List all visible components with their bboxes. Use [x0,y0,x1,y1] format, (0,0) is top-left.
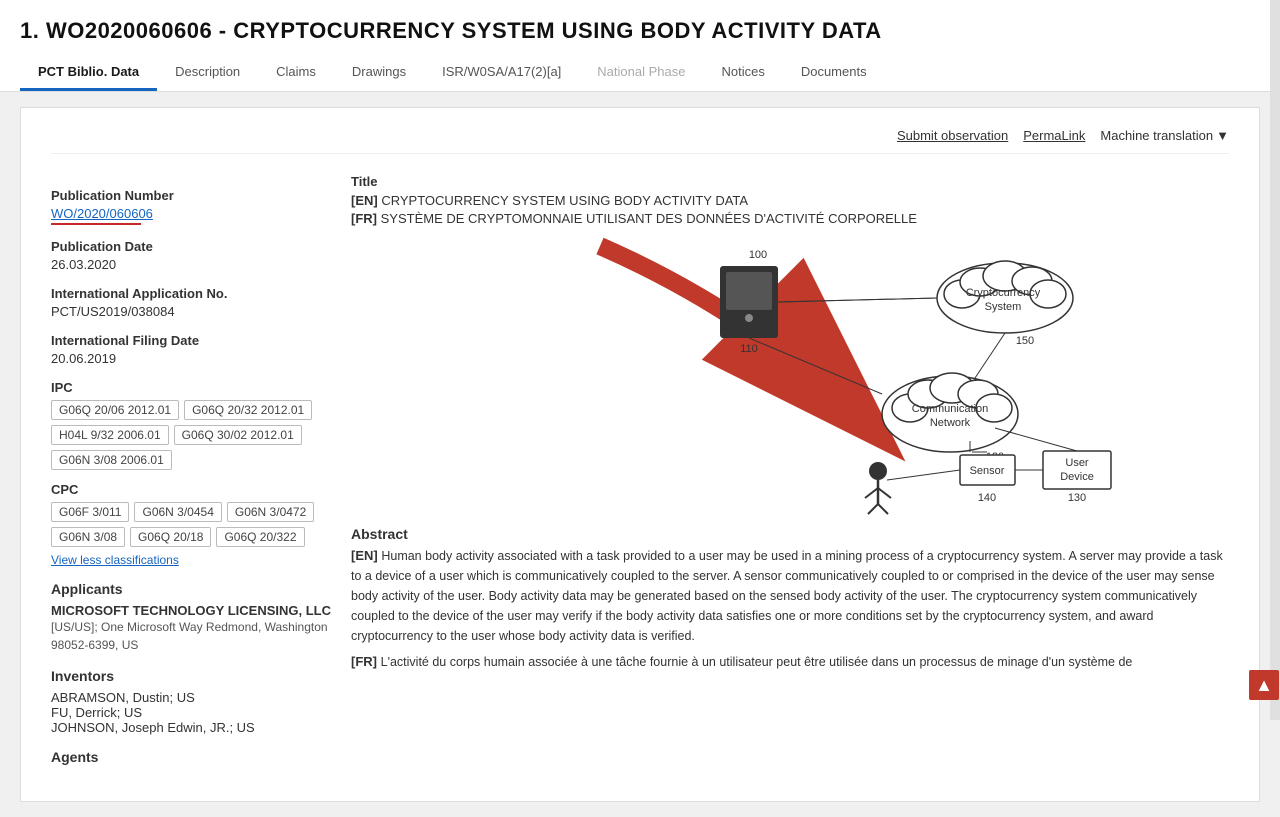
cpc-tag-2[interactable]: G06N 3/0472 [227,502,314,522]
applicants-label: Applicants [51,581,331,597]
publication-date: 26.03.2020 [51,257,331,272]
diagram-area: 100 110 Cryptocurrency System [351,236,1229,516]
cpc-tag-4[interactable]: G06Q 20/18 [130,527,211,547]
chevron-down-icon: ▼ [1216,128,1229,143]
svg-text:Network: Network [930,417,971,429]
svg-text:Device: Device [1060,471,1094,483]
cpc-tag-5[interactable]: G06Q 20/322 [216,527,304,547]
cpc-tag-list: G06F 3/011 G06N 3/0454 G06N 3/0472 G06N … [51,502,331,547]
left-column: Publication Number WO/2020/060606 Public… [51,174,331,771]
intl-filing-date: 20.06.2019 [51,351,331,366]
title-fr-text: SYSTÈME DE CRYPTOMONNAIE UTILISANT DES D… [381,211,917,226]
svg-text:100: 100 [749,249,767,261]
scrollbar [1270,0,1280,720]
ipc-tag-2[interactable]: H04L 9/32 2006.01 [51,425,169,445]
abstract-en-badge: [EN] [351,548,378,563]
cpc-tag-3[interactable]: G06N 3/08 [51,527,125,547]
top-actions: Submit observation PermaLink Machine tra… [51,128,1229,154]
tab-isr[interactable]: ISR/W0SA/A17(2)[a] [424,54,579,91]
tabs-bar: PCT Biblio. Data Description Claims Draw… [0,54,1280,92]
inventor-1: FU, Derrick; US [51,705,331,720]
tab-drawings[interactable]: Drawings [334,54,424,91]
publication-number[interactable]: WO/2020/060606 [51,206,331,221]
applicant-name: MICROSOFT TECHNOLOGY LICENSING, LLC [51,603,331,618]
intl-app-no: PCT/US2019/038084 [51,304,331,319]
svg-text:System: System [985,301,1022,313]
ipc-tag-0[interactable]: G06Q 20/06 2012.01 [51,400,179,420]
svg-text:140: 140 [978,492,996,504]
svg-text:Sensor: Sensor [970,465,1005,477]
page-title-bar: 1. WO2020060606 - CRYPTOCURRENCY SYSTEM … [0,0,1280,54]
svg-text:150: 150 [1016,335,1034,347]
main-content: Submit observation PermaLink Machine tra… [20,107,1260,802]
tab-description[interactable]: Description [157,54,258,91]
submit-observation-link[interactable]: Submit observation [897,128,1008,143]
svg-text:User: User [1065,457,1089,469]
permalink-link[interactable]: PermaLink [1023,128,1085,143]
ipc-tag-1[interactable]: G06Q 20/32 2012.01 [184,400,312,420]
fig1-diagram: 100 110 Cryptocurrency System [351,236,1229,516]
inventor-0: ABRAMSON, Dustin; US [51,690,331,705]
view-less-link[interactable]: View less classifications [51,553,179,567]
svg-text:130: 130 [1068,492,1086,504]
cpc-tag-0[interactable]: G06F 3/011 [51,502,129,522]
pub-number-underline [51,223,141,225]
title-en-badge: [EN] [351,193,378,208]
intl-app-no-label: International Application No. [51,286,331,301]
right-column: Title [EN] CRYPTOCURRENCY SYSTEM USING B… [351,174,1229,771]
title-fr-badge: [FR] [351,211,377,226]
intl-filing-date-label: International Filing Date [51,333,331,348]
ipc-tag-3[interactable]: G06Q 30/02 2012.01 [174,425,302,445]
ipc-tag-4[interactable]: G06N 3/08 2006.01 [51,450,172,470]
abstract-fr-badge: [FR] [351,654,377,669]
pub-date-label: Publication Date [51,239,331,254]
ipc-tag-list: G06Q 20/06 2012.01 G06Q 20/32 2012.01 H0… [51,400,331,470]
title-en: [EN] CRYPTOCURRENCY SYSTEM USING BODY AC… [351,193,1229,208]
title-en-text: CRYPTOCURRENCY SYSTEM USING BODY ACTIVIT… [381,193,748,208]
svg-text:Communication: Communication [912,403,988,415]
tab-claims[interactable]: Claims [258,54,334,91]
page-title: 1. WO2020060606 - CRYPTOCURRENCY SYSTEM … [20,18,1260,44]
abstract-en-text: Human body activity associated with a ta… [351,549,1223,643]
scroll-to-top-button[interactable]: ▲ [1249,670,1279,700]
abstract-fr-text: L'activité du corps humain associée à un… [381,655,1133,669]
abstract-fr: [FR] L'activité du corps humain associée… [351,652,1229,672]
abstract-section: Abstract [EN] Human body activity associ… [351,526,1229,672]
tab-pct-biblio[interactable]: PCT Biblio. Data [20,54,157,91]
pub-number-label: Publication Number [51,188,331,203]
agents-label: Agents [51,749,331,765]
svg-text:Cryptocurrency: Cryptocurrency [966,287,1041,299]
title-label: Title [351,174,1229,189]
inventors-label: Inventors [51,668,331,684]
title-fr: [FR] SYSTÈME DE CRYPTOMONNAIE UTILISANT … [351,211,1229,226]
applicant-detail: [US/US]; One Microsoft Way Redmond, Wash… [51,618,331,654]
abstract-label: Abstract [351,526,1229,542]
cpc-tag-1[interactable]: G06N 3/0454 [134,502,221,522]
tab-documents[interactable]: Documents [783,54,885,91]
inventor-2: JOHNSON, Joseph Edwin, JR.; US [51,720,331,735]
cpc-label: CPC [51,482,331,497]
machine-translation-dropdown[interactable]: Machine translation ▼ [1100,128,1229,143]
ipc-label: IPC [51,380,331,395]
title-section: Title [EN] CRYPTOCURRENCY SYSTEM USING B… [351,174,1229,226]
svg-text:110: 110 [740,343,758,355]
content-grid: Publication Number WO/2020/060606 Public… [51,174,1229,771]
tab-notices[interactable]: Notices [703,54,782,91]
abstract-en: [EN] Human body activity associated with… [351,546,1229,646]
tab-national-phase: National Phase [579,54,703,91]
